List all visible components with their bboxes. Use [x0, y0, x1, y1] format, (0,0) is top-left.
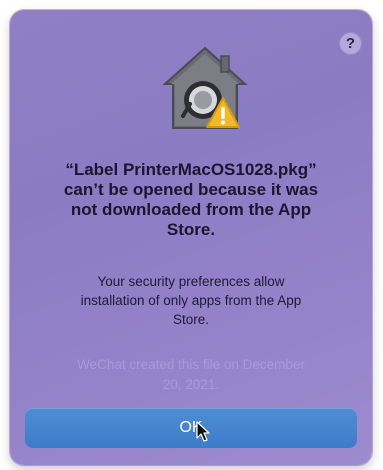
message-line: Store.: [172, 312, 210, 327]
origin-line: 20, 2021.: [162, 377, 220, 392]
origin-line: WeChat created this file on December: [77, 357, 305, 372]
dialog-message: Your security preferences allow installa…: [30, 272, 352, 329]
headline-line: not downloaded from the App: [70, 200, 312, 219]
security-house-icon: [155, 44, 255, 134]
mouse-cursor-icon: [196, 421, 210, 442]
dialog-headline: “Label PrinterMacOS1028.pkg” can’t be op…: [30, 160, 352, 240]
file-origin-note: WeChat created this file on December 20,…: [30, 355, 352, 395]
security-alert-dialog: ? “Label PrinterMacOS1028.pkg” can’t be …: [10, 10, 372, 465]
ok-button[interactable]: OK: [25, 408, 357, 448]
headline-line: can’t be opened because it was: [63, 180, 319, 199]
headline-line: Store.: [166, 220, 216, 239]
headline-line: “Label PrinterMacOS1028.pkg”: [65, 160, 317, 179]
message-line: Your security preferences allow: [97, 274, 285, 289]
message-line: installation of only apps from the App: [80, 293, 302, 308]
warning-triangle-icon: [206, 97, 240, 128]
help-button[interactable]: ?: [339, 32, 362, 55]
